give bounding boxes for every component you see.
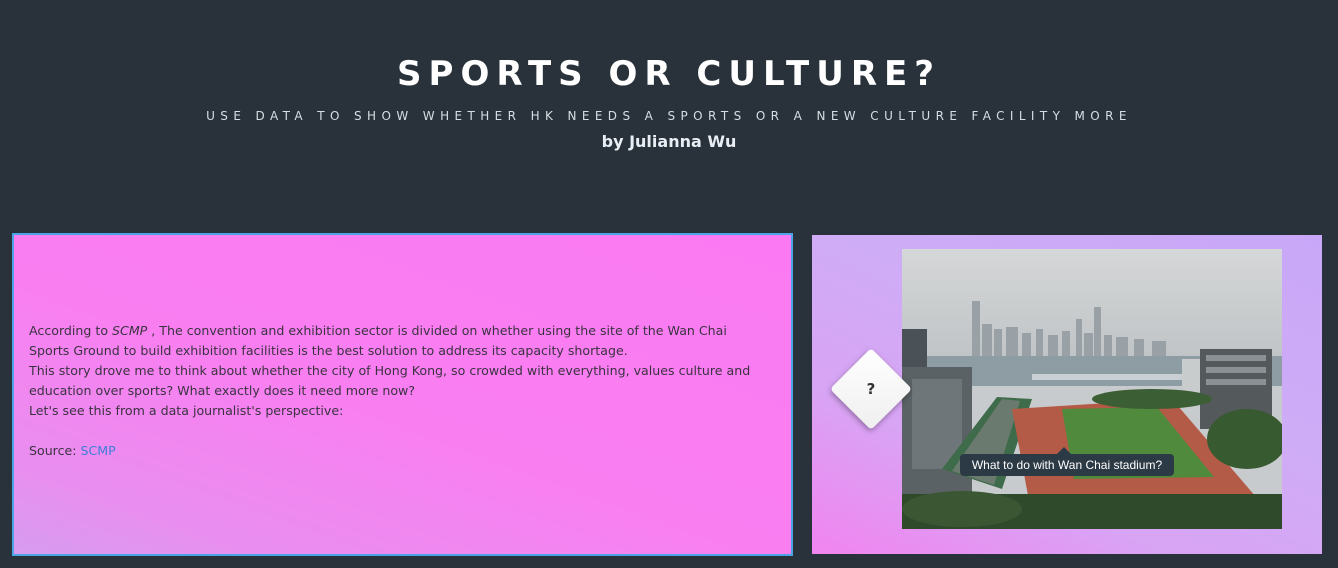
intro-paragraph-2: This story drove me to think about wheth… bbox=[29, 363, 751, 398]
source-link[interactable]: SCMP bbox=[81, 443, 116, 458]
page-subtitle: USE DATA TO SHOW WHETHER HK NEEDS A SPOR… bbox=[206, 109, 1132, 123]
intro-text: According to SCMP , The convention and e… bbox=[29, 321, 769, 461]
tooltip-arrow bbox=[1057, 447, 1071, 454]
intro-text-panel: According to SCMP , The convention and e… bbox=[12, 233, 793, 556]
photo-tooltip: What to do with Wan Chai stadium? bbox=[960, 454, 1174, 476]
source-line: Source: SCMP bbox=[29, 441, 769, 461]
question-marker-label: ? bbox=[866, 380, 876, 398]
intro-p1-source: SCMP bbox=[112, 323, 148, 338]
stadium-photo-illustration bbox=[902, 249, 1282, 529]
author-byline: by Julianna Wu bbox=[601, 132, 737, 151]
source-label: Source: bbox=[29, 443, 81, 458]
page-title: SPORTS OR CULTURE? bbox=[397, 54, 941, 94]
wan-chai-stadium-photo bbox=[902, 249, 1282, 529]
image-panel: ? What to do with Wan Chai stadium? bbox=[812, 235, 1322, 554]
intro-p1-prefix: According to bbox=[29, 323, 113, 338]
intro-paragraph-3: Let's see this from a data journalist's … bbox=[29, 403, 344, 418]
intro-paragraph-1: According to SCMP , The convention and e… bbox=[29, 321, 769, 361]
